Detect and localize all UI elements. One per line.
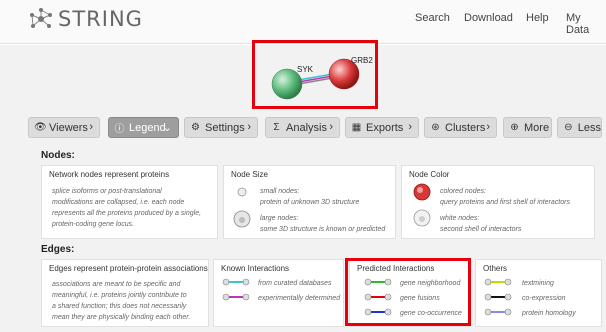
colored-node-icon: [413, 183, 431, 201]
edge-line-icon: [222, 278, 250, 286]
card-text-line: second shell of interactors: [440, 226, 522, 233]
edges-assoc-card: Edges represent protein-protein associat…: [41, 259, 209, 327]
card-title: Others: [483, 264, 508, 273]
exports-label: Exports: [366, 121, 404, 134]
chevron-right-icon: ›: [89, 121, 93, 133]
analysis-button[interactable]: Σ Analysis ›: [265, 117, 340, 138]
card-text-line: a shared function; this does not necessa…: [52, 303, 187, 310]
info-icon: ⓘ: [114, 124, 125, 135]
card-text-line: protein-coding gene locus.: [52, 221, 135, 228]
card-title: Node Size: [231, 170, 268, 179]
analysis-label: Analysis: [286, 121, 327, 134]
edge-legend-label: protein homology: [522, 310, 576, 317]
edge-line-icon: [222, 293, 250, 301]
chevron-down-icon: ⌄: [162, 122, 172, 134]
chevron-right-icon: ›: [329, 121, 333, 133]
network-highlight-box: [252, 40, 378, 109]
exports-button[interactable]: ▦ Exports ›: [345, 117, 419, 138]
more-button[interactable]: ⊕ More: [503, 117, 552, 138]
clusters-icon: ⊛: [431, 122, 440, 133]
settings-label: Settings: [205, 121, 245, 134]
clusters-button[interactable]: ⊛ Clusters ›: [424, 117, 497, 138]
eye-icon: 👁: [34, 122, 47, 133]
plus-circle-icon: ⊕: [510, 122, 519, 133]
card-text-line: white nodes:: [440, 215, 480, 222]
legend-label: Legend: [129, 121, 166, 134]
nodes-section-title: Nodes:: [41, 150, 75, 161]
edge-legend-label: co-expression: [522, 295, 566, 302]
chevron-right-icon: ›: [247, 121, 251, 133]
network-nodes-card: Network nodes represent proteins splice …: [41, 165, 218, 239]
edge-legend-label: from curated databases: [258, 280, 332, 287]
gear-icon: ⚙: [191, 122, 200, 133]
edge-line-icon: [484, 278, 512, 286]
card-text-line: associations are meant to be specific an…: [52, 281, 181, 288]
card-title: Edges represent protein-protein associat…: [49, 264, 208, 273]
viewers-button[interactable]: 👁 Viewers ›: [28, 117, 100, 138]
large-node-icon: [233, 210, 251, 228]
table-icon: ▦: [351, 122, 362, 133]
card-text-line: colored nodes:: [440, 188, 486, 195]
card-title: Network nodes represent proteins: [49, 170, 170, 179]
small-node-icon: [237, 187, 247, 197]
card-text-line: some 3D structure is known or predicted: [260, 226, 386, 233]
chevron-right-icon: ›: [408, 121, 412, 133]
card-text-line: query proteins and first shell of intera…: [440, 199, 570, 206]
edge-legend-label: textmining: [522, 280, 554, 287]
edge-legend-label: experimentally determined: [258, 295, 341, 302]
known-interactions-card: Known Interactions from curated database…: [213, 259, 344, 327]
node-color-card: Node Color colored nodes: query proteins…: [401, 165, 595, 239]
minus-circle-icon: ⊖: [564, 122, 573, 133]
viewers-label: Viewers: [49, 121, 88, 134]
card-text-line: modifications are collapsed, i.e. each n…: [52, 199, 185, 206]
card-text-line: represents all the proteins produced by …: [52, 210, 202, 217]
card-text-line: meaningful, i.e. proteins jointly contri…: [52, 292, 187, 299]
card-title: Known Interactions: [221, 264, 290, 273]
predicted-highlight-box: [345, 258, 471, 326]
white-node-icon: [413, 209, 431, 227]
card-text-line: large nodes:: [260, 215, 299, 222]
others-card: Others textmining co-expression protein …: [475, 259, 602, 327]
edges-section-title: Edges:: [41, 244, 75, 255]
card-text-line: protein of unknown 3D structure: [260, 199, 360, 206]
card-text-line: splice isoforms or post-translational: [52, 188, 162, 195]
settings-button[interactable]: ⚙ Settings ›: [184, 117, 258, 138]
card-title: Node Color: [409, 170, 450, 179]
chevron-right-icon: ›: [486, 121, 490, 133]
edge-line-icon: [484, 293, 512, 301]
clusters-label: Clusters: [445, 121, 486, 134]
edge-line-icon: [484, 308, 512, 316]
sigma-icon: Σ: [273, 122, 280, 133]
card-text-line: mean they are physically binding each ot…: [52, 314, 191, 321]
more-label: More: [524, 121, 550, 134]
node-size-card: Node Size small nodes: protein of unknow…: [223, 165, 396, 239]
less-button[interactable]: ⊖ Less: [557, 117, 602, 138]
legend-button[interactable]: ⓘ Legend ⌄: [108, 117, 179, 138]
card-text-line: small nodes:: [260, 188, 300, 195]
less-label: Less: [577, 121, 601, 134]
